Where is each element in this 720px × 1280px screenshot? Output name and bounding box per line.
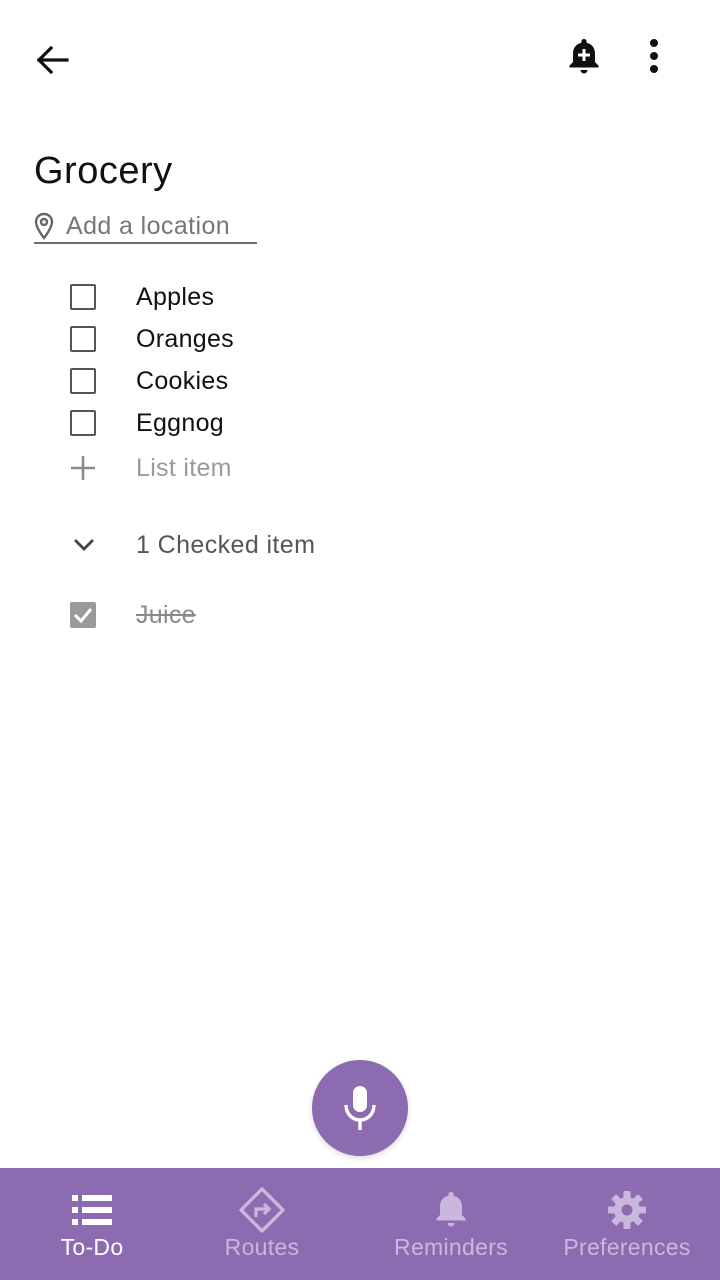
- list-item[interactable]: Apples: [0, 276, 720, 318]
- item-checkbox-checked[interactable]: [70, 602, 96, 628]
- more-options-button[interactable]: [630, 28, 678, 84]
- bell-icon: [427, 1186, 475, 1234]
- nav-preferences[interactable]: Preferences: [556, 1168, 698, 1280]
- item-checkbox[interactable]: [70, 284, 96, 310]
- bell-plus-icon: [569, 39, 599, 74]
- nav-label: Preferences: [563, 1234, 691, 1260]
- item-checkbox[interactable]: [70, 326, 96, 352]
- add-reminder-button[interactable]: [556, 28, 612, 84]
- nav-routes[interactable]: Routes: [202, 1168, 322, 1280]
- nav-label: Routes: [224, 1234, 300, 1260]
- microphone-icon: [344, 1086, 376, 1130]
- item-checkbox[interactable]: [70, 368, 96, 394]
- list-icon: [68, 1186, 116, 1234]
- list-item[interactable]: Cookies: [0, 360, 720, 402]
- add-list-item[interactable]: List item: [0, 446, 720, 490]
- plus-icon: [71, 456, 95, 480]
- item-label[interactable]: Juice: [136, 601, 204, 630]
- item-label[interactable]: Eggnog: [136, 409, 224, 438]
- item-label[interactable]: Oranges: [136, 325, 234, 354]
- arrow-left-icon: [36, 45, 69, 75]
- location-field[interactable]: Add a location: [34, 210, 257, 244]
- bottom-navigation: To-Do Routes Reminders Preferences: [0, 1168, 720, 1280]
- note-title[interactable]: Grocery: [34, 150, 173, 193]
- top-app-bar: [0, 0, 720, 120]
- add-item-placeholder: List item: [136, 453, 232, 482]
- back-button[interactable]: [24, 36, 80, 84]
- checked-items-toggle[interactable]: 1 Checked item: [0, 522, 720, 568]
- item-label[interactable]: Cookies: [136, 367, 228, 396]
- nav-label: To-Do: [60, 1234, 124, 1260]
- checked-items-count: 1 Checked item: [136, 530, 316, 559]
- nav-reminders[interactable]: Reminders: [380, 1168, 522, 1280]
- checked-list-item[interactable]: Juice: [0, 594, 720, 636]
- chevron-down-icon: [74, 539, 94, 551]
- item-checkbox[interactable]: [70, 410, 96, 436]
- list-item[interactable]: Oranges: [0, 318, 720, 360]
- voice-input-button[interactable]: [312, 1060, 408, 1156]
- nav-todo[interactable]: To-Do: [32, 1168, 152, 1280]
- item-label[interactable]: Apples: [136, 283, 214, 312]
- more-vertical-icon: [650, 39, 658, 73]
- map-pin-icon: [34, 211, 58, 241]
- check-icon: [73, 608, 93, 624]
- gear-icon: [603, 1186, 651, 1234]
- nav-label: Reminders: [394, 1234, 508, 1260]
- list-item[interactable]: Eggnog: [0, 402, 720, 444]
- location-placeholder: Add a location: [66, 211, 231, 240]
- directions-icon: [238, 1186, 286, 1234]
